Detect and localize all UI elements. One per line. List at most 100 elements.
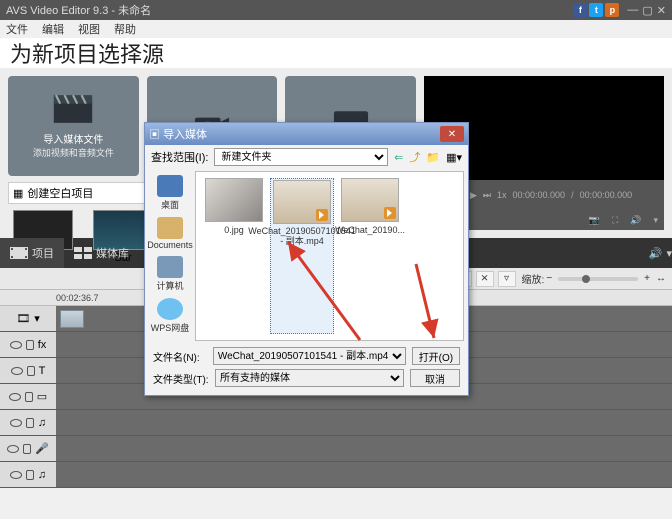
eye-icon[interactable] — [10, 341, 22, 349]
tab-media[interactable]: 媒体库 — [64, 238, 139, 268]
file-item-0jpg[interactable]: 0.jpg — [202, 178, 266, 334]
dropdown-icon[interactable]: ▾ — [666, 247, 672, 260]
track-audio2[interactable]: 🎤 — [0, 436, 672, 462]
card-subtitle: 添加视频和音频文件 — [33, 146, 114, 159]
zoom-slider[interactable] — [558, 277, 638, 281]
sidebar-label: WPS网盘 — [151, 321, 190, 334]
card-title: 导入媒体文件 — [43, 131, 103, 146]
film-icon: 🎞 — [16, 312, 30, 325]
card-import-media[interactable]: 导入媒体文件 添加视频和音频文件 — [8, 76, 139, 176]
file-item-wechat-copy[interactable]: WeChat_20190507101541 - 副本.mp4 — [270, 178, 334, 334]
cancel-button[interactable]: 取消 — [410, 369, 460, 387]
next-button[interactable]: ⏭ — [483, 190, 491, 201]
twitter-icon[interactable]: t — [589, 3, 603, 17]
zoom-fit-icon[interactable]: ↔ — [656, 273, 666, 284]
lock-icon[interactable] — [26, 418, 34, 428]
sidebar-label: Documents — [147, 240, 193, 250]
range-label: 查找范围(I): — [151, 149, 208, 165]
dialog-title: 导入媒体 — [163, 129, 207, 141]
menu-file[interactable]: 文件 — [6, 21, 28, 37]
filetype-select[interactable]: 所有支持的媒体 — [215, 369, 404, 387]
image-thumb — [205, 178, 263, 222]
open-button[interactable]: 打开(O) — [412, 347, 460, 365]
folder-select[interactable]: 新建文件夹 — [214, 148, 388, 166]
tab-label: 创建空白项目 — [27, 185, 93, 201]
fullscreen-icon[interactable]: ⛶ — [612, 215, 618, 226]
page-title: 为新项目选择源 — [10, 37, 164, 69]
minimize-button[interactable]: — — [627, 4, 638, 17]
dialog-titlebar[interactable]: ▣ 导入媒体 ✕ — [145, 123, 468, 145]
sidebar-label: 计算机 — [156, 279, 183, 292]
zoom-out-icon[interactable]: − — [546, 273, 552, 284]
filename-label: 文件名(N): — [153, 349, 207, 364]
sidebar-documents[interactable]: Documents — [147, 215, 193, 252]
track-audio1[interactable]: ♫ — [0, 410, 672, 436]
maximize-button[interactable]: ▢ — [642, 4, 652, 17]
clapperboard-icon — [51, 93, 95, 125]
time-sep: / — [571, 190, 574, 200]
time-current: 00:00:00.000 — [513, 190, 566, 200]
dropdown-icon[interactable]: ▾ — [34, 312, 40, 325]
mic-icon: 🎤 — [35, 442, 49, 455]
social-links: f t p — [573, 3, 619, 17]
track-audio3[interactable]: ♫ — [0, 462, 672, 488]
eye-icon[interactable] — [9, 393, 21, 401]
facebook-icon[interactable]: f — [573, 3, 587, 17]
volume-icon[interactable]: 🔊 — [630, 215, 641, 226]
capture-icon[interactable]: 📷 — [589, 215, 600, 226]
lock-icon[interactable] — [25, 392, 33, 402]
up-icon[interactable]: ⤴ — [409, 149, 420, 165]
lock-icon[interactable] — [27, 366, 35, 376]
lock-icon[interactable] — [26, 340, 34, 350]
menu-edit[interactable]: 编辑 — [42, 21, 64, 37]
filename-input[interactable]: WeChat_20190507101541 - 副本.mp4 — [213, 347, 406, 365]
eye-icon[interactable] — [11, 367, 23, 375]
tab-label: 项目 — [32, 245, 54, 261]
menu-view[interactable]: 视图 — [78, 21, 100, 37]
close-button[interactable]: ✕ — [657, 4, 666, 17]
window-titlebar: AVS Video Editor 9.3 - 未命名 f t p — ▢ ✕ — [0, 0, 672, 20]
speaker-icon[interactable]: 🔊 — [649, 247, 663, 260]
video-clip[interactable] — [60, 310, 84, 328]
tab-project[interactable]: 项目 — [0, 238, 64, 268]
ruler-mark: 00:02:36.7 — [56, 293, 99, 303]
app-icon: ▣ — [149, 129, 160, 141]
file-name: 0.jpg — [224, 225, 244, 235]
speed-label: 1x — [497, 190, 507, 200]
sidebar-wps[interactable]: WPS网盘 — [151, 296, 190, 336]
menu-bar: 文件 编辑 视图 帮助 — [0, 20, 672, 38]
play-badge-icon — [384, 207, 396, 219]
menu-help[interactable]: 帮助 — [114, 21, 136, 37]
video-thumb — [341, 178, 399, 222]
play-badge-icon — [316, 209, 328, 221]
import-media-dialog: ▣ 导入媒体 ✕ 查找范围(I): 新建文件夹 ⇐ ⤴ 📁 ▦▾ 桌面 Docu… — [144, 122, 469, 396]
sidebar-label: 桌面 — [161, 198, 179, 211]
tool-marker-icon[interactable]: ▿ — [498, 271, 516, 287]
eye-icon[interactable] — [10, 419, 22, 427]
grid-icon — [74, 247, 92, 259]
back-icon[interactable]: ⇐ — [394, 151, 403, 164]
window-controls: — ▢ ✕ — [627, 4, 666, 17]
dialog-close-button[interactable]: ✕ — [440, 126, 464, 142]
share-icon[interactable]: p — [605, 3, 619, 17]
zoom-in-icon[interactable]: + — [644, 273, 650, 284]
lock-icon[interactable] — [26, 470, 34, 480]
overlay-icon: ▭ — [37, 390, 47, 403]
music-icon: ♫ — [38, 417, 46, 429]
view-icon[interactable]: ▦▾ — [446, 151, 462, 164]
fx-icon: fx — [38, 339, 47, 351]
window-title: AVS Video Editor 9.3 - 未命名 — [6, 2, 151, 18]
text-icon: T — [39, 365, 46, 377]
music-icon: ♫ — [38, 469, 46, 481]
eye-icon[interactable] — [7, 445, 19, 453]
eye-icon[interactable] — [10, 471, 22, 479]
tool-delete-icon[interactable]: ⨯ — [476, 271, 494, 287]
sidebar-desktop[interactable]: 桌面 — [157, 173, 183, 213]
sidebar-computer[interactable]: 计算机 — [156, 254, 183, 294]
play-button[interactable]: ▶ — [470, 190, 477, 201]
file-item-wechat[interactable]: WeChat_20190... — [338, 178, 402, 334]
film-icon — [10, 247, 28, 259]
more-icon[interactable]: ▾ — [653, 215, 658, 226]
newfolder-icon[interactable]: 📁 — [426, 151, 440, 164]
lock-icon[interactable] — [23, 444, 31, 454]
